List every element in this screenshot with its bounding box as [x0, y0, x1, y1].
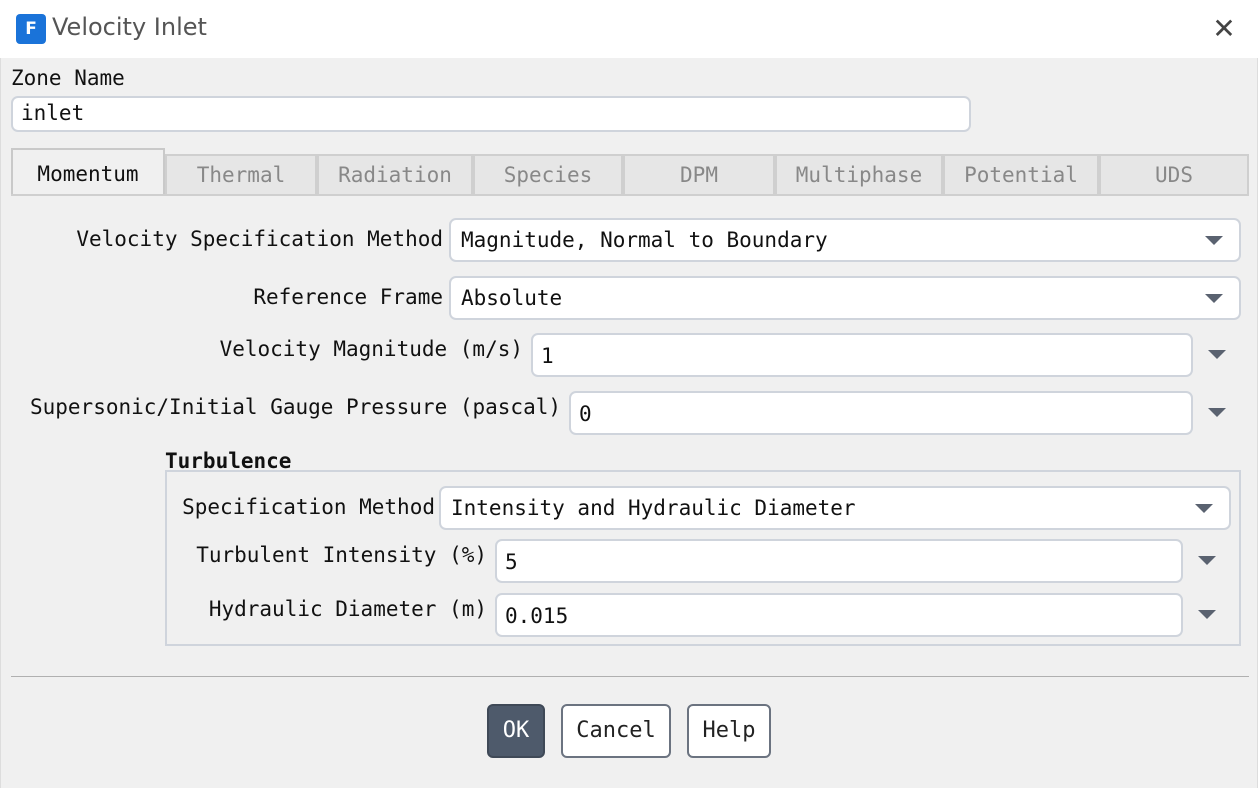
hydraulic-diameter-label: Hydraulic Diameter (m) [208, 597, 487, 621]
reference-frame-value: Absolute [461, 286, 563, 310]
reference-frame-label: Reference Frame [253, 285, 443, 309]
gauge-pressure-label: Supersonic/Initial Gauge Pressure (pasca… [29, 395, 561, 419]
turbulence-spec-value: Intensity and Hydraulic Diameter [451, 496, 856, 520]
zone-name-input[interactable]: inlet [11, 96, 971, 132]
velocity-spec-value: Magnitude, Normal to Boundary [461, 228, 828, 252]
divider [11, 676, 1249, 677]
gauge-pressure-input[interactable]: 0 [569, 391, 1193, 435]
window-title: Velocity Inlet [52, 13, 207, 41]
dialog-body: Zone Name inlet Momentum Thermal Radiati… [0, 58, 1258, 788]
velocity-magnitude-options-icon[interactable] [1208, 350, 1226, 359]
turbulence-spec-dropdown[interactable]: Intensity and Hydraulic Diameter [439, 486, 1231, 530]
title-bar: F Velocity Inlet ✕ [0, 0, 1258, 58]
velocity-magnitude-label: Velocity Magnitude (m/s) [219, 337, 523, 361]
tab-bar: Momentum Thermal Radiation Species DPM M… [11, 148, 1249, 194]
fluent-app-icon: F [16, 14, 46, 44]
tab-multiphase[interactable]: Multiphase [775, 154, 943, 194]
tab-momentum[interactable]: Momentum [11, 148, 165, 194]
turbulent-intensity-label: Turbulent Intensity (%) [196, 543, 487, 567]
turbulence-spec-label: Specification Method [182, 495, 435, 519]
tab-radiation[interactable]: Radiation [317, 154, 473, 194]
zone-name-label: Zone Name [11, 66, 125, 90]
gauge-pressure-options-icon[interactable] [1208, 408, 1226, 417]
tab-thermal[interactable]: Thermal [165, 154, 317, 194]
tab-species[interactable]: Species [473, 154, 623, 194]
chevron-down-icon [1195, 504, 1213, 513]
hydraulic-diameter-input[interactable]: 0.015 [495, 593, 1183, 637]
tab-uds[interactable]: UDS [1099, 154, 1249, 194]
velocity-magnitude-input[interactable]: 1 [531, 333, 1193, 377]
turbulent-intensity-input[interactable]: 5 [495, 539, 1183, 583]
turbulent-intensity-options-icon[interactable] [1198, 556, 1216, 565]
tab-potential[interactable]: Potential [943, 154, 1099, 194]
help-button[interactable]: Help [687, 704, 771, 758]
cancel-button[interactable]: Cancel [561, 704, 671, 758]
velocity-spec-dropdown[interactable]: Magnitude, Normal to Boundary [449, 218, 1241, 262]
hydraulic-diameter-options-icon[interactable] [1198, 610, 1216, 619]
tab-dpm[interactable]: DPM [623, 154, 775, 194]
reference-frame-dropdown[interactable]: Absolute [449, 276, 1241, 320]
chevron-down-icon [1205, 236, 1223, 245]
velocity-spec-label: Velocity Specification Method [76, 227, 443, 251]
chevron-down-icon [1205, 294, 1223, 303]
close-icon[interactable]: ✕ [1208, 14, 1240, 46]
ok-button[interactable]: OK [487, 704, 545, 758]
